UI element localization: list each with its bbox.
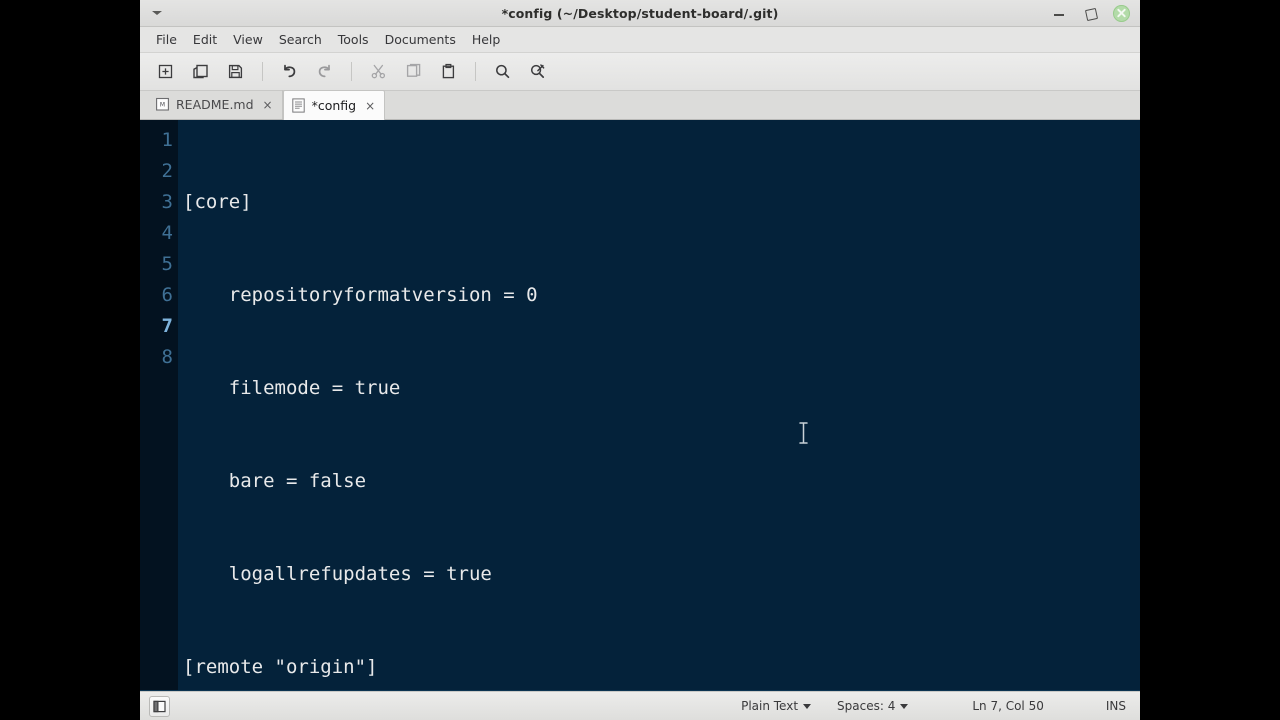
titlebar[interactable]: *config (~/Desktop/student-board/.git) [140,0,1140,27]
menu-documents[interactable]: Documents [377,29,464,50]
window-menu-button[interactable] [140,11,174,15]
maximize-button[interactable] [1082,5,1099,22]
undo-button[interactable] [273,57,306,86]
indentation-selector[interactable]: Spaces: 4 [837,699,909,713]
clipboard-paste-icon [442,63,455,79]
find-replace-icon [530,64,544,78]
menu-tools[interactable]: Tools [330,29,377,50]
minimize-button[interactable] [1051,5,1068,22]
line-number: 2 [161,160,173,182]
side-panel-toggle-icon [153,700,166,712]
chevron-down-icon [900,703,909,709]
mouse-ibeam-cursor [799,422,808,444]
redo-button [308,57,341,86]
chevron-down-icon [803,703,812,709]
toolbar-separator [351,62,352,81]
text-file-icon [291,98,305,113]
line-number: 4 [161,222,173,244]
markdown-file-icon: M [156,97,169,111]
statusbar: Plain Text Spaces: 4 Ln 7, Col 50 INS [140,691,1140,720]
tab-label: *config [311,98,357,113]
menu-edit[interactable]: Edit [185,29,225,50]
menu-help[interactable]: Help [464,29,509,50]
cut-button [362,57,395,86]
line-number: 5 [161,253,173,275]
insert-mode-indicator: INS [1105,699,1126,713]
undo-arrow-icon [284,64,296,78]
code-line: [core] [183,191,252,213]
toggle-side-panel-button[interactable] [149,695,170,717]
cursor-position: Ln 7, Col 50 [972,699,1044,713]
menu-search[interactable]: Search [271,29,330,50]
chevron-down-icon [152,11,162,15]
code-line: bare = false [183,470,367,492]
line-number: 3 [161,191,173,213]
new-document-icon [158,64,173,79]
screen: *config (~/Desktop/student-board/.git) F… [0,0,1280,720]
text-editor-window: *config (~/Desktop/student-board/.git) F… [140,0,1140,720]
tab-config[interactable]: *config × [282,90,386,120]
open-document-button[interactable] [184,57,217,86]
save-floppy-icon [228,64,243,79]
line-number-current: 7 [161,315,173,337]
editor-area[interactable]: 1 2 3 4 5 6 7 8 [core] repositoryformatv… [140,120,1140,691]
find-button[interactable] [486,57,519,86]
menu-file[interactable]: File [148,29,185,50]
line-number: 6 [161,284,173,306]
window-title: *config (~/Desktop/student-board/.git) [501,5,779,21]
line-number: 8 [161,346,173,368]
tab-readme-md[interactable]: M README.md × [148,90,283,119]
new-document-button[interactable] [149,57,182,86]
save-button[interactable] [219,57,252,86]
tab-label: README.md [176,97,254,112]
code-line: repositoryformatversion = 0 [183,284,538,306]
window-controls [1051,4,1140,22]
code-line: filemode = true [183,377,401,399]
copy-icon [406,63,420,77]
language-label: Plain Text [741,699,799,713]
line-number: 1 [161,129,173,151]
svg-text:M: M [160,102,165,109]
copy-button [397,57,430,86]
tabbar: M README.md × *config × [140,90,1140,120]
toolbar-separator [262,62,263,81]
tab-close-button[interactable]: × [365,100,375,112]
replace-button[interactable] [521,57,554,86]
scissors-icon [371,64,386,79]
magnifier-icon [496,64,510,79]
open-folder-icon [193,64,208,79]
redo-arrow-icon [318,64,330,78]
toolbar-separator [475,62,476,81]
tab-close-button[interactable]: × [263,99,273,111]
line-number-gutter: 1 2 3 4 5 6 7 8 [140,120,178,690]
close-button[interactable] [1113,4,1130,22]
menu-view[interactable]: View [225,29,271,50]
menubar: File Edit View Search Tools Documents He… [140,27,1140,53]
code-text-area[interactable]: [core] repositoryformatversion = 0 filem… [178,120,1140,690]
paste-button[interactable] [432,57,465,86]
code-line: logallrefupdates = true [183,563,492,585]
code-line: [remote "origin"] [183,656,378,678]
toolbar [140,53,1140,91]
indentation-label: Spaces: 4 [837,699,896,713]
language-selector[interactable]: Plain Text [741,699,812,713]
